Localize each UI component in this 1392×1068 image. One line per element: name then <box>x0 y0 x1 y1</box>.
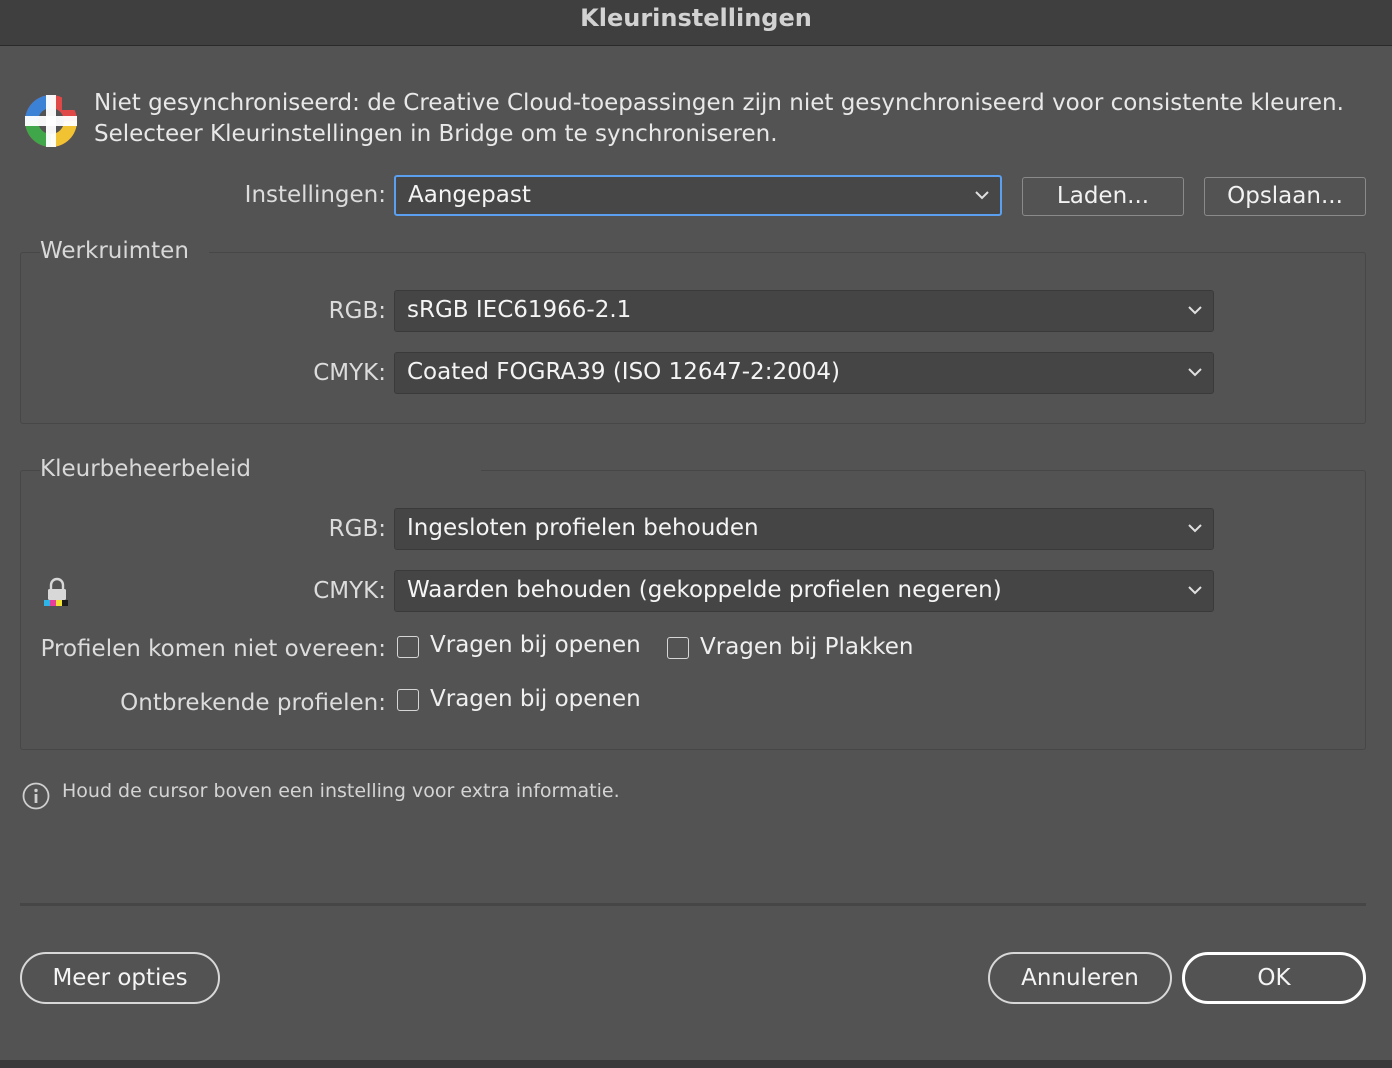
chevron-down-icon <box>975 191 989 200</box>
policy-title: Kleurbeheerbeleid <box>40 456 482 482</box>
chevron-down-icon <box>1188 306 1202 315</box>
footer-divider <box>20 903 1366 906</box>
policy-rgb-value: Ingesloten profielen behouden <box>407 515 759 541</box>
sync-status-icon <box>25 94 78 147</box>
load-button[interactable]: Laden... <box>1022 177 1184 216</box>
info-text: Houd de cursor boven een instelling voor… <box>62 780 620 802</box>
workspaces-title: Werkruimten <box>40 238 209 264</box>
workspaces-group <box>20 252 1366 424</box>
cancel-button[interactable]: Annuleren <box>988 952 1172 1004</box>
more-options-button[interactable]: Meer opties <box>20 952 220 1004</box>
lock-icon <box>44 577 68 606</box>
chevron-down-icon <box>1188 368 1202 377</box>
policy-cmyk-value: Waarden behouden (gekoppelde profielen n… <box>407 577 1002 603</box>
workspace-rgb-value: sRGB IEC61966-2.1 <box>407 297 632 323</box>
info-icon <box>22 782 50 810</box>
missing-ask-open-label[interactable]: Vragen bij openen <box>430 686 641 712</box>
policy-cmyk-label: CMYK: <box>313 578 386 604</box>
workspace-rgb-label: RGB: <box>328 298 386 324</box>
mismatch-ask-paste-checkbox[interactable] <box>667 637 689 659</box>
policy-rgb-label: RGB: <box>328 516 386 542</box>
workspace-cmyk-select[interactable]: Coated FOGRA39 (ISO 12647-2:2004) <box>394 352 1214 394</box>
save-button[interactable]: Opslaan... <box>1204 177 1366 216</box>
workspace-rgb-select[interactable]: sRGB IEC61966-2.1 <box>394 290 1214 332</box>
chevron-down-icon <box>1188 586 1202 595</box>
missing-ask-open-checkbox[interactable] <box>397 689 419 711</box>
settings-select-value: Aangepast <box>408 182 531 208</box>
settings-label: Instellingen: <box>244 182 386 208</box>
sync-message-line2: Selecteer Kleurinstellingen in Bridge om… <box>94 121 778 147</box>
mismatch-ask-open-label[interactable]: Vragen bij openen <box>430 632 641 658</box>
policy-cmyk-select[interactable]: Waarden behouden (gekoppelde profielen n… <box>394 570 1214 612</box>
mismatch-ask-open-checkbox[interactable] <box>397 636 419 658</box>
window-bottom-edge <box>0 1060 1392 1068</box>
workspace-cmyk-value: Coated FOGRA39 (ISO 12647-2:2004) <box>407 359 840 385</box>
window-title: Kleurinstellingen <box>580 4 812 32</box>
ok-button[interactable]: OK <box>1182 952 1366 1004</box>
missing-label: Ontbrekende profielen: <box>120 690 386 716</box>
settings-select[interactable]: Aangepast <box>394 175 1002 216</box>
mismatch-label: Profielen komen niet overeen: <box>40 636 386 662</box>
sync-message: Niet gesynchroniseerd: de Creative Cloud… <box>94 88 1384 150</box>
chevron-down-icon <box>1188 524 1202 533</box>
mismatch-ask-paste-label[interactable]: Vragen bij Plakken <box>700 634 914 660</box>
policy-rgb-select[interactable]: Ingesloten profielen behouden <box>394 508 1214 550</box>
title-bar: Kleurinstellingen <box>0 0 1392 46</box>
sync-message-line1: Niet gesynchroniseerd: de Creative Cloud… <box>94 90 1344 116</box>
workspace-cmyk-label: CMYK: <box>313 360 386 386</box>
